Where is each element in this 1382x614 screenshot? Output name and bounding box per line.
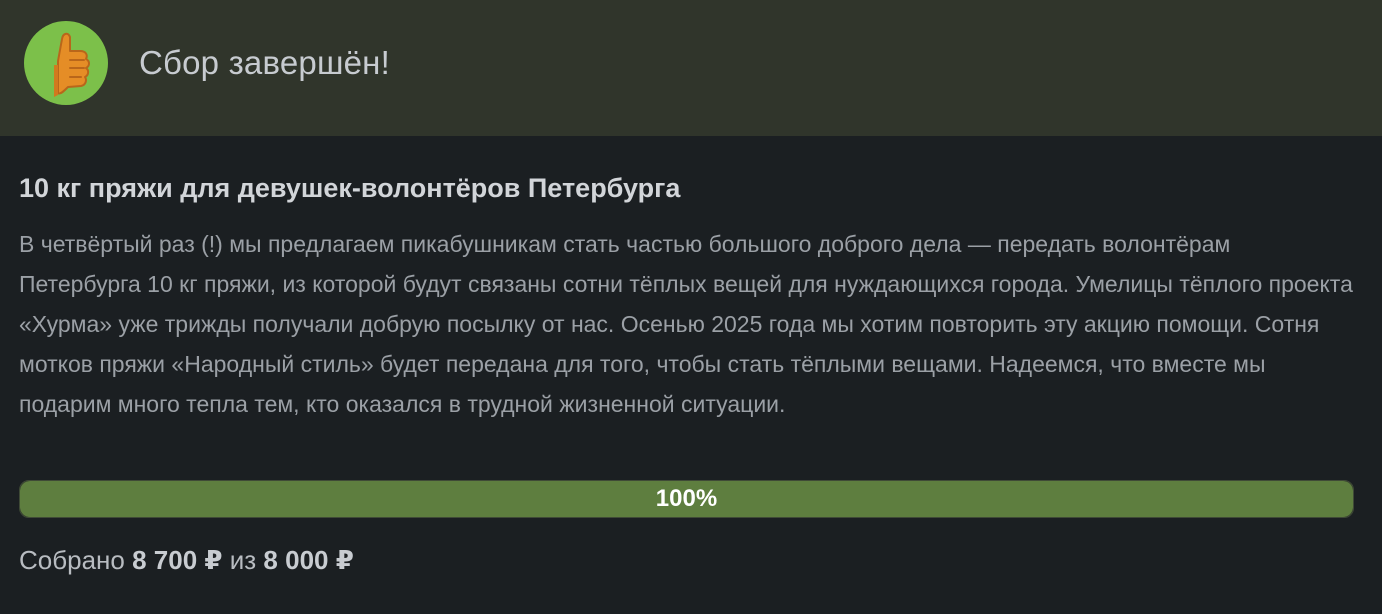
amount-collected: 8 700 ₽ — [132, 545, 223, 575]
amount-separator: из — [229, 545, 257, 575]
campaign-description: В четвёртый раз (!) мы предлагаем пикабу… — [19, 231, 1353, 417]
header-title: Сбор завершён! — [139, 44, 390, 81]
amount-summary: Собрано 8 700 ₽ из 8 000 ₽ — [19, 542, 354, 578]
progress-bar: 100% — [19, 480, 1354, 518]
card-header: Сбор завершён! — [0, 0, 1382, 136]
campaign-title[interactable]: 10 кг пряжи для девушек-волонтёров Петер… — [19, 171, 680, 205]
progress-label: 100% — [655, 485, 718, 512]
amount-prefix: Собрано — [19, 545, 125, 575]
amount-goal: 8 000 ₽ — [263, 545, 354, 575]
fundraising-card: Сбор завершён! 10 кг пряжи для девушек-в… — [0, 0, 1382, 614]
thumbs-up-icon — [24, 21, 108, 105]
